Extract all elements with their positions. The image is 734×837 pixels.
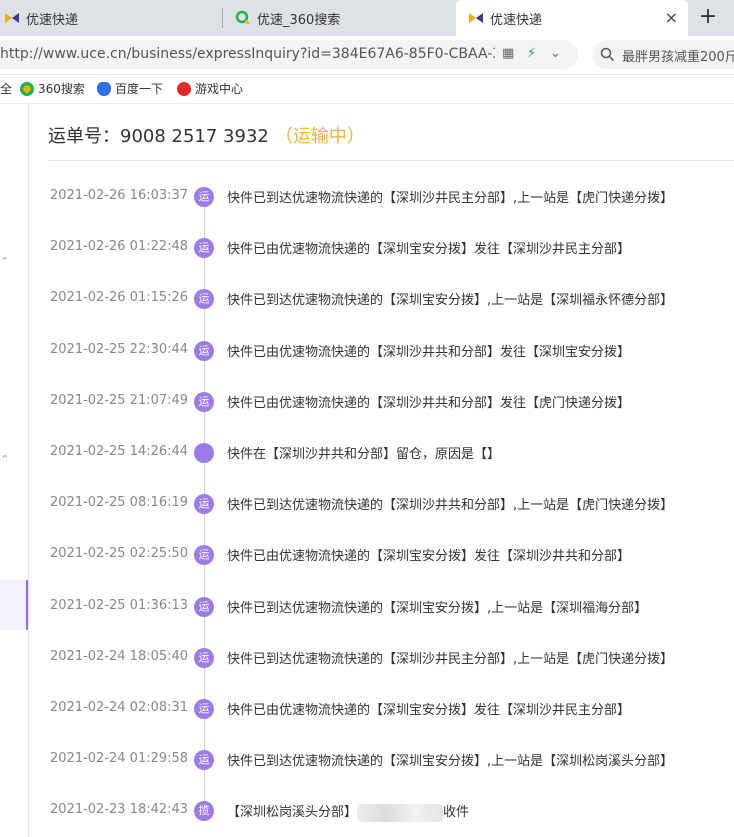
- lightning-icon[interactable]: ⚡: [527, 46, 536, 61]
- tab-360-search[interactable]: 优速_360搜索: [223, 0, 455, 36]
- timeline-event: 2021-02-24 01:29:58 运快件已到达优速物流快递的【深圳宝安分拨】…: [29, 748, 734, 772]
- tab-strip: 优速快递 优速_360搜索 优速快递 × +: [0, 0, 734, 36]
- bookmark-label: 全: [0, 82, 13, 96]
- tab-uce-1[interactable]: 优速快递: [0, 0, 222, 36]
- waybill-number: 运单号：9008 2517 3932: [48, 126, 269, 147]
- event-description: 快件已由优速物流快递的【深圳沙井共和分部】发往【虎门快递分拨】: [227, 395, 631, 411]
- event-time: 2021-02-24 02:08:31: [50, 700, 189, 715]
- url-text[interactable]: http://www.uce.cn/business/expressInquir…: [0, 46, 495, 62]
- status-badge: （运输中）: [274, 126, 365, 147]
- tab-uce-active[interactable]: 优速快递 ×: [456, 0, 688, 36]
- event-text-start: 【深圳松岗溪头分部】: [227, 805, 358, 821]
- search-box[interactable]: 最胖男孩减重200斤: [592, 40, 734, 69]
- bookmark-label: 360搜索: [38, 82, 85, 96]
- event-badge: 揽: [194, 801, 214, 822]
- timeline-event: 2021-02-25 01:36:13 运快件已到达优速物流快递的【深圳宝安分拨】…: [29, 595, 734, 619]
- address-bar[interactable]: http://www.uce.cn/business/expressInquir…: [0, 40, 578, 69]
- event-time: 2021-02-23 18:42:43: [50, 802, 189, 818]
- timeline-event: 2021-02-25 08:16:19 运快件已到达优速物流快递的【深圳沙井共和分…: [29, 492, 734, 516]
- left-sidebar: ⌄ ⌄: [0, 104, 29, 837]
- address-row: http://www.uce.cn/business/expressInquir…: [0, 36, 734, 75]
- event-badge: 运: [194, 750, 214, 771]
- timeline-event: 2021-02-25 21:07:49 运快件已由优速物流快递的【深圳沙井共和分部…: [29, 390, 734, 414]
- 360-search-icon: [235, 10, 250, 25]
- event-description: 快件在【深圳沙井共和分部】留仓，原因是【】: [227, 447, 501, 462]
- bookmarks-bar: 全 360搜索 百度一下 游戏中心: [0, 75, 734, 104]
- timeline-event: 2021-02-24 02:08:31 运快件已由优速物流快递的【深圳宝安分拨】发…: [29, 697, 734, 721]
- event-time: 2021-02-26 01:22:48: [50, 239, 189, 255]
- event-badge: 运: [194, 391, 214, 412]
- event-time: 2021-02-25 22:30:44: [50, 341, 189, 357]
- timeline-event: 2021-02-25 22:30:44 运快件已由优速物流快递的【深圳沙井共和分部…: [29, 339, 734, 363]
- event-description: 快件已到达优速物流快递的【深圳沙井民主分部】,上一站是【虎门快递分拨】: [227, 651, 674, 667]
- event-badge: 运: [194, 596, 214, 617]
- event-time: 2021-02-25 08:16:19: [50, 495, 189, 511]
- bookmark-360-search[interactable]: 360搜索: [20, 80, 85, 97]
- event-description: 快件已到达优速物流快递的【深圳沙井共和分部】,上一站是【虎门快递分拨】: [227, 498, 674, 514]
- bookmark-baidu[interactable]: 百度一下: [97, 80, 163, 97]
- tab-label: 优速快递: [490, 12, 543, 28]
- bookmark-label: 游戏中心: [195, 82, 244, 96]
- event-badge: 运: [194, 647, 214, 668]
- event-badge: 运: [194, 187, 214, 207]
- event-time: 2021-02-25 02:25:50: [50, 546, 189, 562]
- event-time: 2021-02-24 18:05:40: [50, 648, 189, 664]
- chevron-up-icon[interactable]: ⌄: [0, 254, 9, 267]
- event-time: 2021-02-26 16:03:37: [50, 188, 189, 203]
- event-description: 快件已由优速物流快递的【深圳宝安分拨】发往【深圳沙井民主分部】: [227, 242, 631, 258]
- event-description: 快件已由优速物流快递的【深圳宝安分拨】发往【深圳沙井共和分部】: [227, 549, 631, 565]
- uce-logo-icon: [469, 13, 483, 23]
- timeline-event: 2021-02-23 18:42:43 揽【深圳松岗溪头分部】 收件: [29, 799, 734, 823]
- timeline-event: 2021-02-26 16:03:37 运快件已到达优速物流快递的【深圳沙井民主分…: [29, 185, 734, 209]
- timeline-event: 2021-02-24 18:05:40 运快件已到达优速物流快递的【深圳沙井民主分…: [29, 646, 734, 670]
- event-time: 2021-02-26 01:15:26: [50, 290, 189, 306]
- event-description: 快件已由优速物流快递的【深圳宝安分拨】发往【深圳沙井民主分部】: [227, 703, 631, 718]
- event-time: 2021-02-25 21:07:49: [50, 392, 189, 408]
- event-badge: 运: [194, 494, 214, 515]
- timeline-event: 2021-02-26 01:22:48 运快件已由优速物流快递的【深圳宝安分拨】发…: [29, 236, 734, 260]
- event-description: 快件已到达优速物流快递的【深圳宝安分拨】,上一站是【深圳松岗溪头分部】: [227, 754, 674, 770]
- divider: [48, 160, 734, 161]
- event-description: 【深圳松岗溪头分部】 收件: [227, 801, 469, 822]
- event-time: 2021-02-25 14:26:44: [50, 444, 189, 459]
- redacted-courier: [357, 803, 444, 822]
- event-badge: 运: [194, 289, 214, 310]
- event-dot: [194, 443, 214, 463]
- chevron-up-icon[interactable]: ⌄: [0, 452, 9, 465]
- event-badge: 运: [194, 545, 214, 566]
- event-description: 快件已到达优速物流快递的【深圳沙井民主分部】,上一站是【虎门快递分拨】: [227, 191, 674, 206]
- timeline-event: 2021-02-25 14:26:44 快件在【深圳沙井共和分部】留仓，原因是【】: [29, 441, 734, 465]
- close-icon[interactable]: ×: [665, 9, 678, 27]
- event-description: 快件已由优速物流快递的【深圳沙井共和分部】发往【深圳宝安分拨】: [227, 344, 631, 360]
- sidebar-active-item[interactable]: [0, 580, 28, 630]
- baidu-paw-icon: [97, 81, 111, 96]
- tracking-panel: 运单号：9008 2517 3932 （运输中） 2021-02-26 16:03…: [29, 104, 734, 837]
- 360-logo-icon: [20, 81, 34, 96]
- event-badge: 运: [194, 238, 214, 259]
- bookmark-game-center[interactable]: 游戏中心: [177, 80, 243, 97]
- waybill-title: 运单号：9008 2517 3932 （运输中）: [48, 122, 365, 148]
- event-text-end: 收件: [443, 805, 470, 821]
- uce-logo-icon: [5, 13, 19, 23]
- bookmark-item[interactable]: 全: [0, 80, 12, 97]
- search-suggestion[interactable]: 最胖男孩减重200斤: [622, 46, 734, 65]
- event-description: 快件已到达优速物流快递的【深圳宝安分拨】,上一站是【深圳福海分部】: [227, 600, 648, 616]
- event-badge: 运: [194, 699, 214, 719]
- chevron-down-icon[interactable]: ⌄: [550, 46, 561, 61]
- timeline-event: 2021-02-26 01:15:26 运快件已到达优速物流快递的【深圳宝安分拨】…: [29, 287, 734, 311]
- game-center-icon: [177, 81, 191, 96]
- timeline-event: 2021-02-25 02:25:50 运快件已由优速物流快递的【深圳宝安分拨】发…: [29, 543, 734, 567]
- event-time: 2021-02-24 01:29:58: [50, 751, 189, 767]
- qr-code-icon[interactable]: ▦: [502, 46, 514, 61]
- event-description: 快件已到达优速物流快递的【深圳宝安分拨】,上一站是【深圳福永怀德分部】: [227, 293, 674, 309]
- event-badge: 运: [194, 340, 214, 361]
- tab-label: 优速_360搜索: [257, 12, 341, 28]
- bookmark-label: 百度一下: [115, 82, 164, 96]
- event-time: 2021-02-25 01:36:13: [50, 597, 189, 613]
- search-icon: [600, 47, 615, 62]
- tab-label: 优速快递: [26, 12, 79, 28]
- new-tab-button[interactable]: +: [694, 4, 722, 32]
